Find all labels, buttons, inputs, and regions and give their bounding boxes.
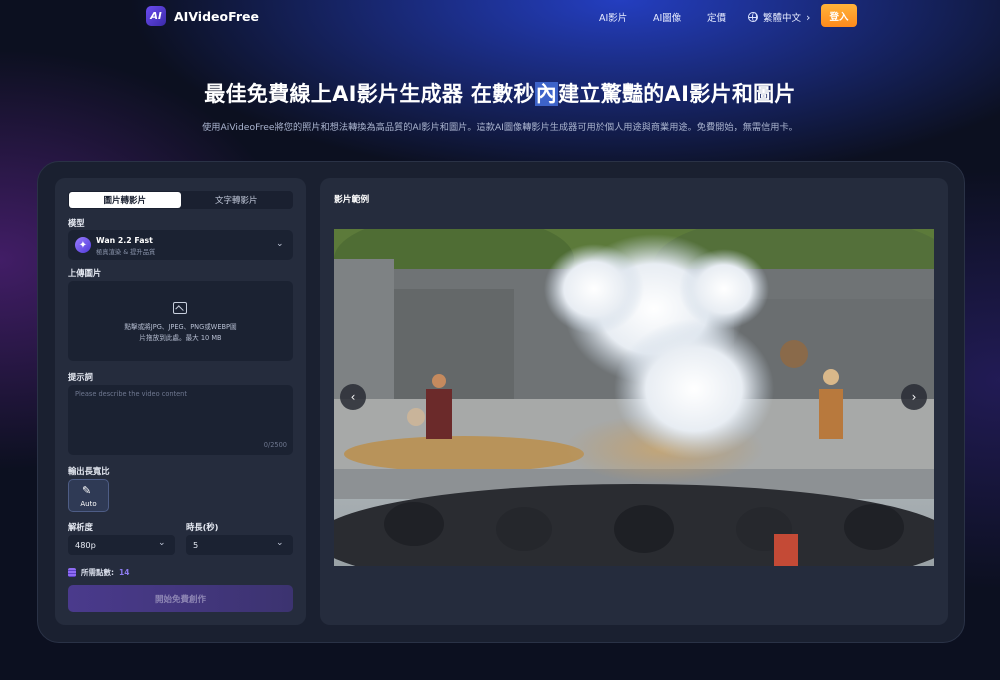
duration-select[interactable]: 5 ⌄	[186, 535, 293, 555]
language-selector[interactable]: 繁體中文 ›	[748, 10, 810, 24]
start-create-button[interactable]: 開始免費創作	[68, 585, 293, 612]
image-upload-icon	[173, 302, 187, 314]
upload-label: 上傳圖片	[68, 268, 102, 278]
model-name: Wan 2.2 Fast	[96, 236, 153, 245]
tab-image-to-video[interactable]: 圖片轉影片	[69, 192, 181, 208]
upload-hint-line-2: 片拖放到此處。最大 10 MB	[139, 334, 222, 342]
example-video[interactable]: ‹ ›	[334, 229, 934, 566]
hero-title-part-2: 建立驚豔的AI影片和圖片	[558, 82, 796, 106]
nav-pricing[interactable]: 定價	[707, 10, 726, 24]
aspect-ratio-label: 輸出長寬比	[68, 466, 110, 476]
video-still	[334, 229, 934, 566]
nav-ai-video[interactable]: AI影片	[599, 10, 627, 24]
duration-value: 5	[193, 540, 199, 550]
prompt-textarea[interactable]: Please describe the video content 0/2500	[68, 385, 293, 455]
carousel-prev-button[interactable]: ‹	[340, 384, 366, 410]
tab-text-to-video[interactable]: 文字轉影片	[181, 192, 293, 208]
login-button[interactable]: 登入	[821, 4, 857, 27]
top-navbar: AI AIVideoFree AI影片 AI圖像 定價 繁體中文 › 登入	[0, 0, 1000, 32]
duration-label: 時長(秒)	[186, 522, 219, 532]
required-points: 所需點數: 14	[68, 567, 129, 578]
model-logo-icon: ✦	[75, 237, 91, 253]
magic-wand-icon: ✎	[82, 484, 92, 497]
carousel-next-button[interactable]: ›	[901, 384, 927, 410]
globe-icon	[748, 12, 758, 22]
chevron-down-icon: ⌄	[276, 239, 284, 249]
hero-subtitle: 使用AiVideoFree將您的照片和想法轉換為高品質的AI影片和圖片。這款AI…	[202, 122, 798, 133]
model-description: 極真渲染 & 提升品質	[96, 249, 156, 256]
resolution-select[interactable]: 480p ⌄	[68, 535, 175, 555]
nav-ai-image[interactable]: AI圖像	[653, 10, 681, 24]
model-select[interactable]: ✦ Wan 2.2 Fast 極真渲染 & 提升品質 ⌄	[68, 230, 293, 260]
chevron-down-icon: ⌄	[276, 538, 284, 548]
aspect-ratio-auto-button[interactable]: ✎ Auto	[68, 479, 109, 512]
mode-tabs: 圖片轉影片 文字轉影片	[68, 191, 293, 209]
points-value: 14	[119, 568, 130, 577]
hero-title-highlight: 內	[534, 82, 559, 106]
prompt-char-count: 0/2500	[263, 441, 287, 449]
model-label: 模型	[68, 218, 85, 228]
prompt-label: 提示詞	[68, 372, 93, 382]
language-label: 繁體中文	[763, 13, 802, 24]
aspect-ratio-value: Auto	[80, 500, 97, 508]
chevron-right-icon: ›	[806, 10, 811, 24]
upload-hint-line-1: 點擊或將JPG、JPEG、PNG或WEBP圖	[124, 323, 237, 331]
resolution-label: 解析度	[68, 522, 93, 532]
coins-icon	[68, 568, 76, 577]
hero-title-part-1: 最佳免費線上AI影片生成器 在數秒	[204, 82, 535, 106]
examples-title: 影片範例	[334, 195, 370, 205]
upload-hint: 點擊或將JPG、JPEG、PNG或WEBP圖 片拖放到此處。最大 10 MB	[68, 322, 293, 344]
prompt-placeholder: Please describe the video content	[75, 390, 187, 398]
points-label: 所需點數:	[81, 568, 114, 577]
resolution-value: 480p	[75, 540, 96, 550]
hero-title: 最佳免費線上AI影片生成器 在數秒內建立驚豔的AI影片和圖片	[0, 78, 1000, 108]
chevron-down-icon: ⌄	[158, 538, 166, 548]
image-upload-dropzone[interactable]: 點擊或將JPG、JPEG、PNG或WEBP圖 片拖放到此處。最大 10 MB	[68, 281, 293, 361]
